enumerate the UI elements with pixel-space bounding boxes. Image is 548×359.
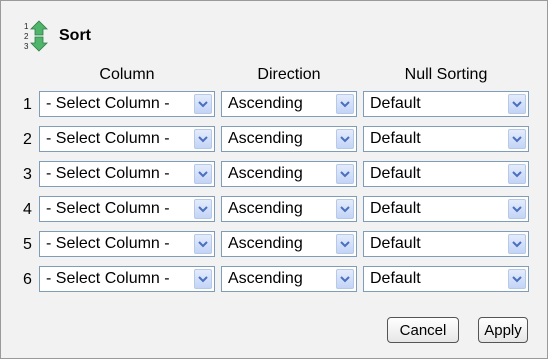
- row-number: 6: [23, 271, 32, 288]
- cancel-button[interactable]: Cancel: [387, 317, 459, 343]
- chevron-down-icon[interactable]: [508, 199, 526, 219]
- row-number: 3: [23, 166, 32, 183]
- dialog-header: 1 2 3 Sort: [23, 19, 91, 53]
- dialog-title: Sort: [59, 27, 91, 44]
- chevron-down-icon[interactable]: [336, 129, 354, 149]
- column-select-value: - Select Column -: [46, 270, 170, 287]
- column-select-value: - Select Column -: [46, 130, 170, 147]
- chevron-down-icon[interactable]: [194, 234, 212, 254]
- chevron-down-icon[interactable]: [508, 94, 526, 114]
- null-sorting-select-value: Default: [370, 165, 421, 182]
- column-select-value: - Select Column -: [46, 200, 170, 217]
- direction-select[interactable]: Ascending: [221, 91, 357, 117]
- chevron-down-icon[interactable]: [508, 234, 526, 254]
- sort-order-icon: 1 2 3: [24, 20, 48, 52]
- chevron-down-icon[interactable]: [194, 129, 212, 149]
- direction-select-value: Ascending: [228, 200, 303, 217]
- direction-select-value: Ascending: [228, 270, 303, 287]
- direction-select-value: Ascending: [228, 165, 303, 182]
- column-select-value: - Select Column -: [46, 95, 170, 112]
- chevron-down-icon[interactable]: [336, 234, 354, 254]
- chevron-down-icon[interactable]: [194, 199, 212, 219]
- chevron-down-icon[interactable]: [508, 164, 526, 184]
- svg-text:1: 1: [24, 22, 29, 31]
- null-sorting-select-value: Default: [370, 130, 421, 147]
- direction-select[interactable]: Ascending: [221, 196, 357, 222]
- column-select[interactable]: - Select Column -: [39, 161, 215, 187]
- null-sorting-select[interactable]: Default: [363, 161, 529, 187]
- column-select[interactable]: - Select Column -: [39, 231, 215, 257]
- direction-select-value: Ascending: [228, 95, 303, 112]
- apply-button[interactable]: Apply: [478, 317, 528, 343]
- direction-select[interactable]: Ascending: [221, 231, 357, 257]
- null-sorting-select-value: Default: [370, 95, 421, 112]
- sort-row: 2 - Select Column - Ascending Default: [1, 126, 547, 156]
- svg-text:3: 3: [24, 42, 29, 51]
- chevron-down-icon[interactable]: [508, 129, 526, 149]
- chevron-down-icon[interactable]: [336, 164, 354, 184]
- null-sorting-select-value: Default: [370, 200, 421, 217]
- chevron-down-icon[interactable]: [336, 269, 354, 289]
- chevron-down-icon[interactable]: [194, 94, 212, 114]
- chevron-down-icon[interactable]: [336, 199, 354, 219]
- row-number: 5: [23, 236, 32, 253]
- direction-select[interactable]: Ascending: [221, 161, 357, 187]
- sort-row: 5 - Select Column - Ascending Default: [1, 231, 547, 261]
- column-select-value: - Select Column -: [46, 235, 170, 252]
- chevron-down-icon[interactable]: [336, 94, 354, 114]
- column-select[interactable]: - Select Column -: [39, 91, 215, 117]
- sort-row: 1 - Select Column - Ascending Default: [1, 91, 547, 121]
- null-sorting-select[interactable]: Default: [363, 196, 529, 222]
- column-select[interactable]: - Select Column -: [39, 266, 215, 292]
- direction-select[interactable]: Ascending: [221, 266, 357, 292]
- row-number: 2: [23, 131, 32, 148]
- sort-row: 6 - Select Column - Ascending Default: [1, 266, 547, 296]
- sort-row: 4 - Select Column - Ascending Default: [1, 196, 547, 226]
- direction-select[interactable]: Ascending: [221, 126, 357, 152]
- sort-row: 3 - Select Column - Ascending Default: [1, 161, 547, 191]
- row-number: 4: [23, 201, 32, 218]
- chevron-down-icon[interactable]: [194, 164, 212, 184]
- column-select-value: - Select Column -: [46, 165, 170, 182]
- null-sorting-select-value: Default: [370, 270, 421, 287]
- direction-header: Direction: [257, 66, 321, 83]
- sort-dialog: 1 2 3 Sort Column Direction Null Sorting…: [0, 0, 548, 359]
- direction-select-value: Ascending: [228, 130, 303, 147]
- chevron-down-icon[interactable]: [194, 269, 212, 289]
- null-sorting-select-value: Default: [370, 235, 421, 252]
- null-sorting-header: Null Sorting: [404, 66, 488, 83]
- column-header: Column: [99, 66, 155, 83]
- column-select[interactable]: - Select Column -: [39, 196, 215, 222]
- null-sorting-select[interactable]: Default: [363, 266, 529, 292]
- null-sorting-select[interactable]: Default: [363, 231, 529, 257]
- chevron-down-icon[interactable]: [508, 269, 526, 289]
- svg-text:2: 2: [24, 32, 29, 41]
- column-select[interactable]: - Select Column -: [39, 126, 215, 152]
- row-number: 1: [23, 96, 32, 113]
- direction-select-value: Ascending: [228, 235, 303, 252]
- null-sorting-select[interactable]: Default: [363, 91, 529, 117]
- null-sorting-select[interactable]: Default: [363, 126, 529, 152]
